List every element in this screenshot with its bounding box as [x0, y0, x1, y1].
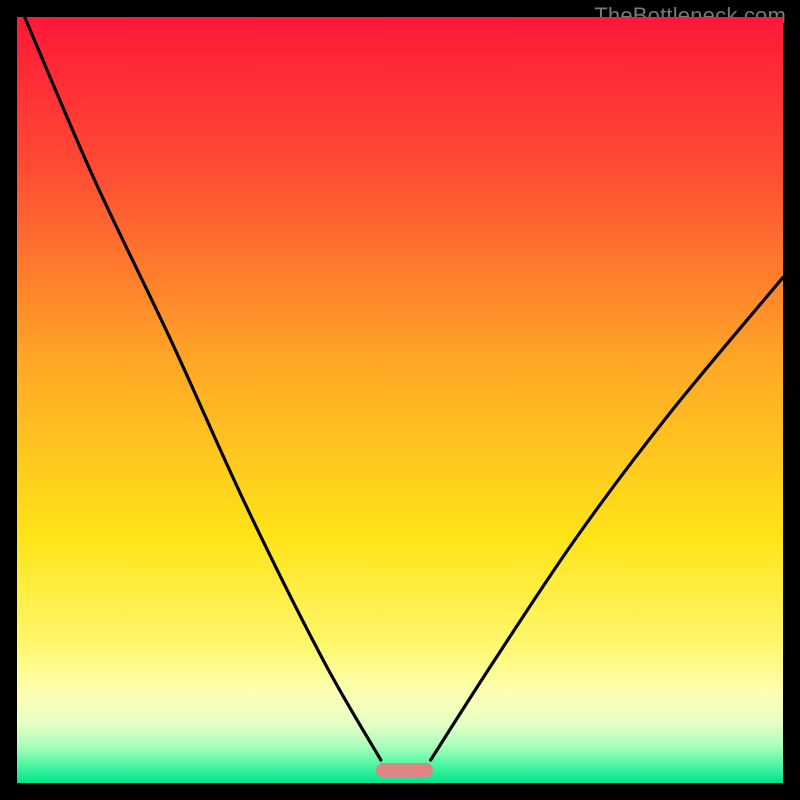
curve-layer — [17, 17, 783, 783]
chart-stage: TheBottleneck.com — [0, 0, 800, 800]
left-branch-curve — [25, 17, 381, 760]
plot-area — [17, 17, 783, 783]
right-branch-curve — [431, 277, 783, 760]
valley-marker — [376, 763, 433, 778]
